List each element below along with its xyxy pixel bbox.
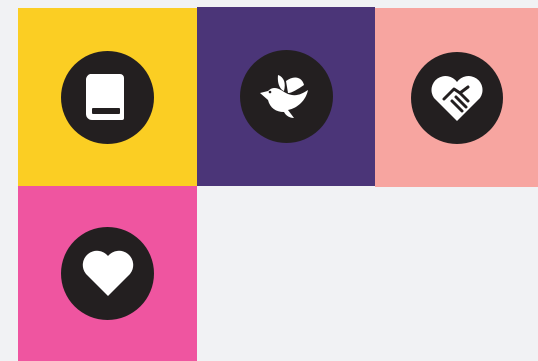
icon-disc xyxy=(239,50,333,143)
icon-disc xyxy=(61,50,154,144)
icon-disc xyxy=(61,227,154,320)
dove-icon xyxy=(260,74,308,118)
tile-dove[interactable] xyxy=(197,7,375,186)
tile-book[interactable] xyxy=(18,8,197,186)
book-icon xyxy=(85,74,124,120)
tile-heart[interactable] xyxy=(18,186,197,361)
icon-disc xyxy=(410,51,503,144)
heart-icon xyxy=(82,250,133,296)
tile-grid xyxy=(0,0,538,361)
handshake-heart-icon xyxy=(430,75,483,121)
tile-handshake-heart[interactable] xyxy=(375,8,538,187)
